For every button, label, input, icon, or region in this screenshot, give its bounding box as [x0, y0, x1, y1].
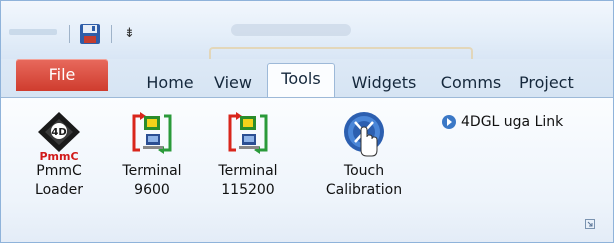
touch-calibration-label-line1: Touch — [343, 163, 385, 179]
touch-calibration-label-line2: Calibration — [325, 182, 403, 198]
tab-project[interactable]: Project — [519, 71, 613, 97]
pmmc-loader-button[interactable]: 4D PmmC PmmC Loader — [26, 110, 92, 200]
terminal-115200-label-line1: Terminal — [218, 163, 278, 179]
tab-view[interactable]: View — [208, 71, 258, 97]
touch-hand-icon — [344, 112, 384, 157]
ribbon-tab-bar: File Home View Tools Widgets Comms Proje… — [1, 59, 613, 98]
terminal-9600-label-line2: 9600 — [134, 182, 170, 198]
app-window: ⇟ File Home View Tools Widgets Comms Pro… — [0, 0, 614, 243]
svg-text:4D: 4D — [51, 127, 66, 138]
tab-comms[interactable]: Comms — [433, 71, 509, 97]
terminal-icon — [132, 112, 172, 154]
terminal-115200-button[interactable]: Terminal 115200 — [211, 110, 285, 200]
toolbar-separator — [111, 25, 112, 43]
terminal-icon — [228, 112, 268, 154]
terminal-9600-label-line1: Terminal — [122, 163, 182, 179]
terminal-9600-button[interactable]: Terminal 9600 — [115, 110, 189, 200]
dialog-launcher-icon[interactable] — [585, 219, 595, 229]
tab-file[interactable]: File — [16, 59, 108, 91]
save-disk-icon[interactable] — [79, 23, 101, 45]
window-title-blurred — [231, 24, 351, 36]
toolbar-separator — [69, 25, 70, 43]
pmmc-icon-text: PmmC — [39, 150, 78, 162]
pmmc-label-line2: Loader — [35, 182, 83, 198]
blurred-toolbar-area — [9, 29, 57, 35]
tab-tools[interactable]: Tools — [267, 63, 335, 98]
pmmc-chip-icon: 4D PmmC — [38, 112, 80, 162]
4dgl-uga-link-label: 4DGL uga Link — [461, 114, 564, 130]
touch-calibration-button[interactable]: Touch Calibration — [317, 110, 411, 200]
quick-access-toolbar: ⇟ — [1, 1, 613, 63]
pmmc-label-line1: PmmC — [36, 163, 82, 179]
tab-widgets[interactable]: Widgets — [341, 71, 427, 97]
ribbon-panel-tools: 4D PmmC PmmC Loader Terminal 9600 Termin… — [1, 97, 613, 242]
terminal-115200-label-line2: 115200 — [221, 182, 275, 198]
tab-home[interactable]: Home — [140, 71, 200, 97]
customize-toolbar-dropdown[interactable]: ⇟ — [124, 27, 135, 41]
link-arrow-icon — [442, 115, 456, 129]
